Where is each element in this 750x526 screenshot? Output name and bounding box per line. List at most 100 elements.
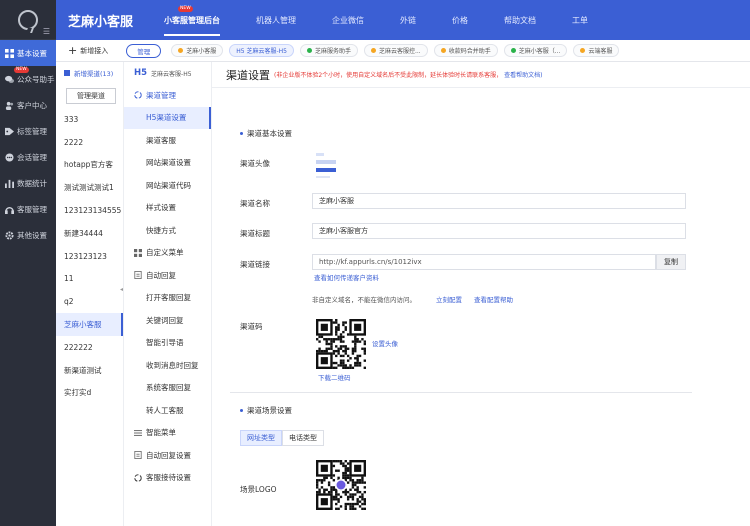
wechat-icon <box>306 48 312 53</box>
channel-title-input[interactable]: 芝麻小客服官方 <box>312 223 686 239</box>
menu-item-label: 客服接待设置 <box>146 473 191 483</box>
help-doc-link[interactable]: 查看帮助文档) <box>504 70 542 79</box>
menu-item-10[interactable]: 关键词回复 <box>124 309 211 332</box>
channel-avatar-image[interactable] <box>313 150 339 182</box>
sidebar-item-2[interactable]: 客户中心 <box>0 92 56 118</box>
menu-item-0[interactable]: 渠道管理 <box>124 84 211 107</box>
channel-tab-6[interactable]: 云端客服 <box>573 44 620 57</box>
scene-tab-1[interactable]: 电话类型 <box>282 430 324 446</box>
h5-icon: H5 <box>134 68 148 78</box>
sidebar-item-4[interactable]: 会话管理 <box>0 144 56 170</box>
page-header: 渠道设置 (非企业版不体验2个小时，使用自定义域名后不受此限制，延长体验时长请联… <box>212 62 750 88</box>
nav-item-5[interactable]: 帮助文档 <box>486 0 554 40</box>
copy-link-button[interactable]: 复制 <box>656 254 686 270</box>
menu-item-8[interactable]: 自动回复 <box>124 264 211 287</box>
menu-item-label: 自动回复 <box>146 270 176 280</box>
channel-item[interactable]: q2 <box>56 290 123 313</box>
new-badge: NEW <box>14 67 29 73</box>
menu-item-17[interactable]: 客服接待设置 <box>124 467 211 490</box>
menu-item-1[interactable]: H5渠道设置 <box>124 106 211 129</box>
channel-item[interactable]: 123123134555 <box>56 199 123 222</box>
nav-item-4[interactable]: 价格 <box>434 0 486 40</box>
channel-item[interactable]: 新建34444 <box>56 222 123 245</box>
menu-item-12[interactable]: 收到消息时回复 <box>124 354 211 377</box>
channel-tab-2[interactable]: 芝麻服务助手 <box>299 44 358 57</box>
channel-item[interactable]: 222222 <box>56 336 123 359</box>
channel-item[interactable]: 芝麻小客服 <box>56 313 123 336</box>
view-customer-data-link[interactable]: 查看如何传递客户资料 <box>314 272 379 282</box>
menu-item-3[interactable]: 网站渠道设置 <box>124 152 211 175</box>
menu-item-label: 收到消息时回复 <box>146 360 199 370</box>
channel-item[interactable]: 新渠道测试 <box>56 359 123 382</box>
nav-item-1[interactable]: 机器人管理 <box>238 0 314 40</box>
menu-item-16[interactable]: 自动回复设置 <box>124 444 211 467</box>
menu-item-14[interactable]: 转人工客服 <box>124 399 211 422</box>
menu-item-11[interactable]: 智能引导语 <box>124 332 211 355</box>
menu-item-label: 智能引导语 <box>146 338 184 348</box>
menu-item-9[interactable]: 打开客服回复 <box>124 287 211 310</box>
channel-item[interactable]: 123123123 <box>56 245 123 268</box>
channel-tab-label: 收款码合并助手 <box>448 48 491 55</box>
menu-item-7[interactable]: 自定义菜单 <box>124 242 211 265</box>
channel-tab-label: 云端客服 <box>588 48 613 55</box>
plus-icon: + <box>68 43 78 57</box>
settings-menu-panel: H5 芝麻云客服-H5 渠道管理 H5渠道设置 渠道客服 网站渠道设置 网站渠道代码 样式… <box>124 62 212 526</box>
menu-item-6[interactable]: 快捷方式 <box>124 219 211 242</box>
channel-item[interactable]: 11 <box>56 268 123 291</box>
manage-channels-button[interactable]: 管理渠道 <box>66 88 116 104</box>
panel-collapse-icon[interactable]: ◂ <box>120 286 126 296</box>
headset-icon <box>5 206 14 214</box>
nav-item-3[interactable]: 外链 <box>382 0 434 40</box>
download-qr-link[interactable]: 下载二维码 <box>318 372 351 382</box>
channel-link-input[interactable]: http://kf.appurls.cn/s/1012ivx <box>312 254 656 270</box>
set-avatar-link[interactable]: 设置头像 <box>372 338 398 348</box>
sidebar-item-label: 基本设置 <box>17 48 47 58</box>
manage-button[interactable]: 管理 <box>126 43 162 58</box>
tag-icon <box>5 127 14 135</box>
channel-item[interactable]: 2222 <box>56 131 123 154</box>
top-navigation: 芝麻小客服 NEW 小客服管理后台 机器人管理 企业微信 外链 价格 帮助文档 工单 <box>56 0 750 40</box>
sidebar-item-3[interactable]: 标签管理 <box>0 118 56 144</box>
menu-item-15[interactable]: 智能菜单 <box>124 422 211 445</box>
menu-header-title: 芝麻云客服-H5 <box>151 70 192 78</box>
sidebar-item-6[interactable]: 客服管理 <box>0 196 56 222</box>
wechat-icon <box>5 75 14 83</box>
channel-item[interactable]: 实打实d <box>56 382 123 405</box>
channel-tab-0[interactable]: 芝麻小客服 <box>171 44 224 57</box>
new-channel-label: 新增渠道(13) <box>74 70 114 78</box>
scene-settings-section: 渠道场景设置 <box>240 405 292 416</box>
list-icon <box>134 429 142 436</box>
menu-item-4[interactable]: 网站渠道代码 <box>124 174 211 197</box>
brand-name[interactable]: 芝麻小客服 <box>68 11 146 30</box>
configure-now-link[interactable]: 立刻配置 <box>436 294 462 304</box>
collapse-menu-icon[interactable]: ☰ <box>43 27 50 36</box>
nav-item-2[interactable]: 企业微信 <box>314 0 382 40</box>
new-channel-header[interactable]: 新增渠道(13) <box>56 62 123 84</box>
menu-item-2[interactable]: 渠道客服 <box>124 129 211 152</box>
channel-item[interactable]: hotapp官方客 <box>56 154 123 177</box>
menu-item-13[interactable]: 系统客服回复 <box>124 377 211 400</box>
channel-name-input[interactable]: 芝麻小客服 <box>312 193 686 209</box>
config-help-link[interactable]: 查看配置帮助 <box>474 294 513 304</box>
square-icon <box>64 70 70 76</box>
channel-item[interactable]: 测试测试测试1 <box>56 176 123 199</box>
channel-item[interactable]: 333 <box>56 108 123 131</box>
sidebar-item-0[interactable]: 基本设置 <box>0 40 56 66</box>
sidebar-item-5[interactable]: 数据统计 <box>0 170 56 196</box>
channel-tab-5[interactable]: 芝麻小客服（... <box>503 44 568 57</box>
add-access-label: 新增接入 <box>80 46 109 55</box>
channel-tab-1[interactable]: H5 芝麻云客服-H5 <box>229 44 294 57</box>
nav-item-6[interactable]: 工单 <box>554 0 606 40</box>
nav-item-0[interactable]: 小客服管理后台 <box>146 0 238 40</box>
scene-tab-0[interactable]: 网址类型 <box>240 430 282 446</box>
channel-tab-3[interactable]: 芝麻云客服控... <box>363 44 428 57</box>
link-label: 渠道链接 <box>240 260 270 269</box>
channel-tab-4[interactable]: 收款码合并助手 <box>433 44 498 57</box>
sidebar-item-1[interactable]: 公众号助手 NEW <box>0 66 56 92</box>
add-access-button[interactable]: + 新增接入 <box>68 43 109 57</box>
gear-icon <box>5 230 14 240</box>
menu-item-5[interactable]: 样式设置 <box>124 197 211 220</box>
sidebar-item-7[interactable]: 其他设置 <box>0 222 56 248</box>
main-content: 渠道设置 (非企业版不体验2个小时，使用自定义域名后不受此限制，延长体验时长请联… <box>212 62 750 526</box>
doc-icon <box>134 451 142 460</box>
